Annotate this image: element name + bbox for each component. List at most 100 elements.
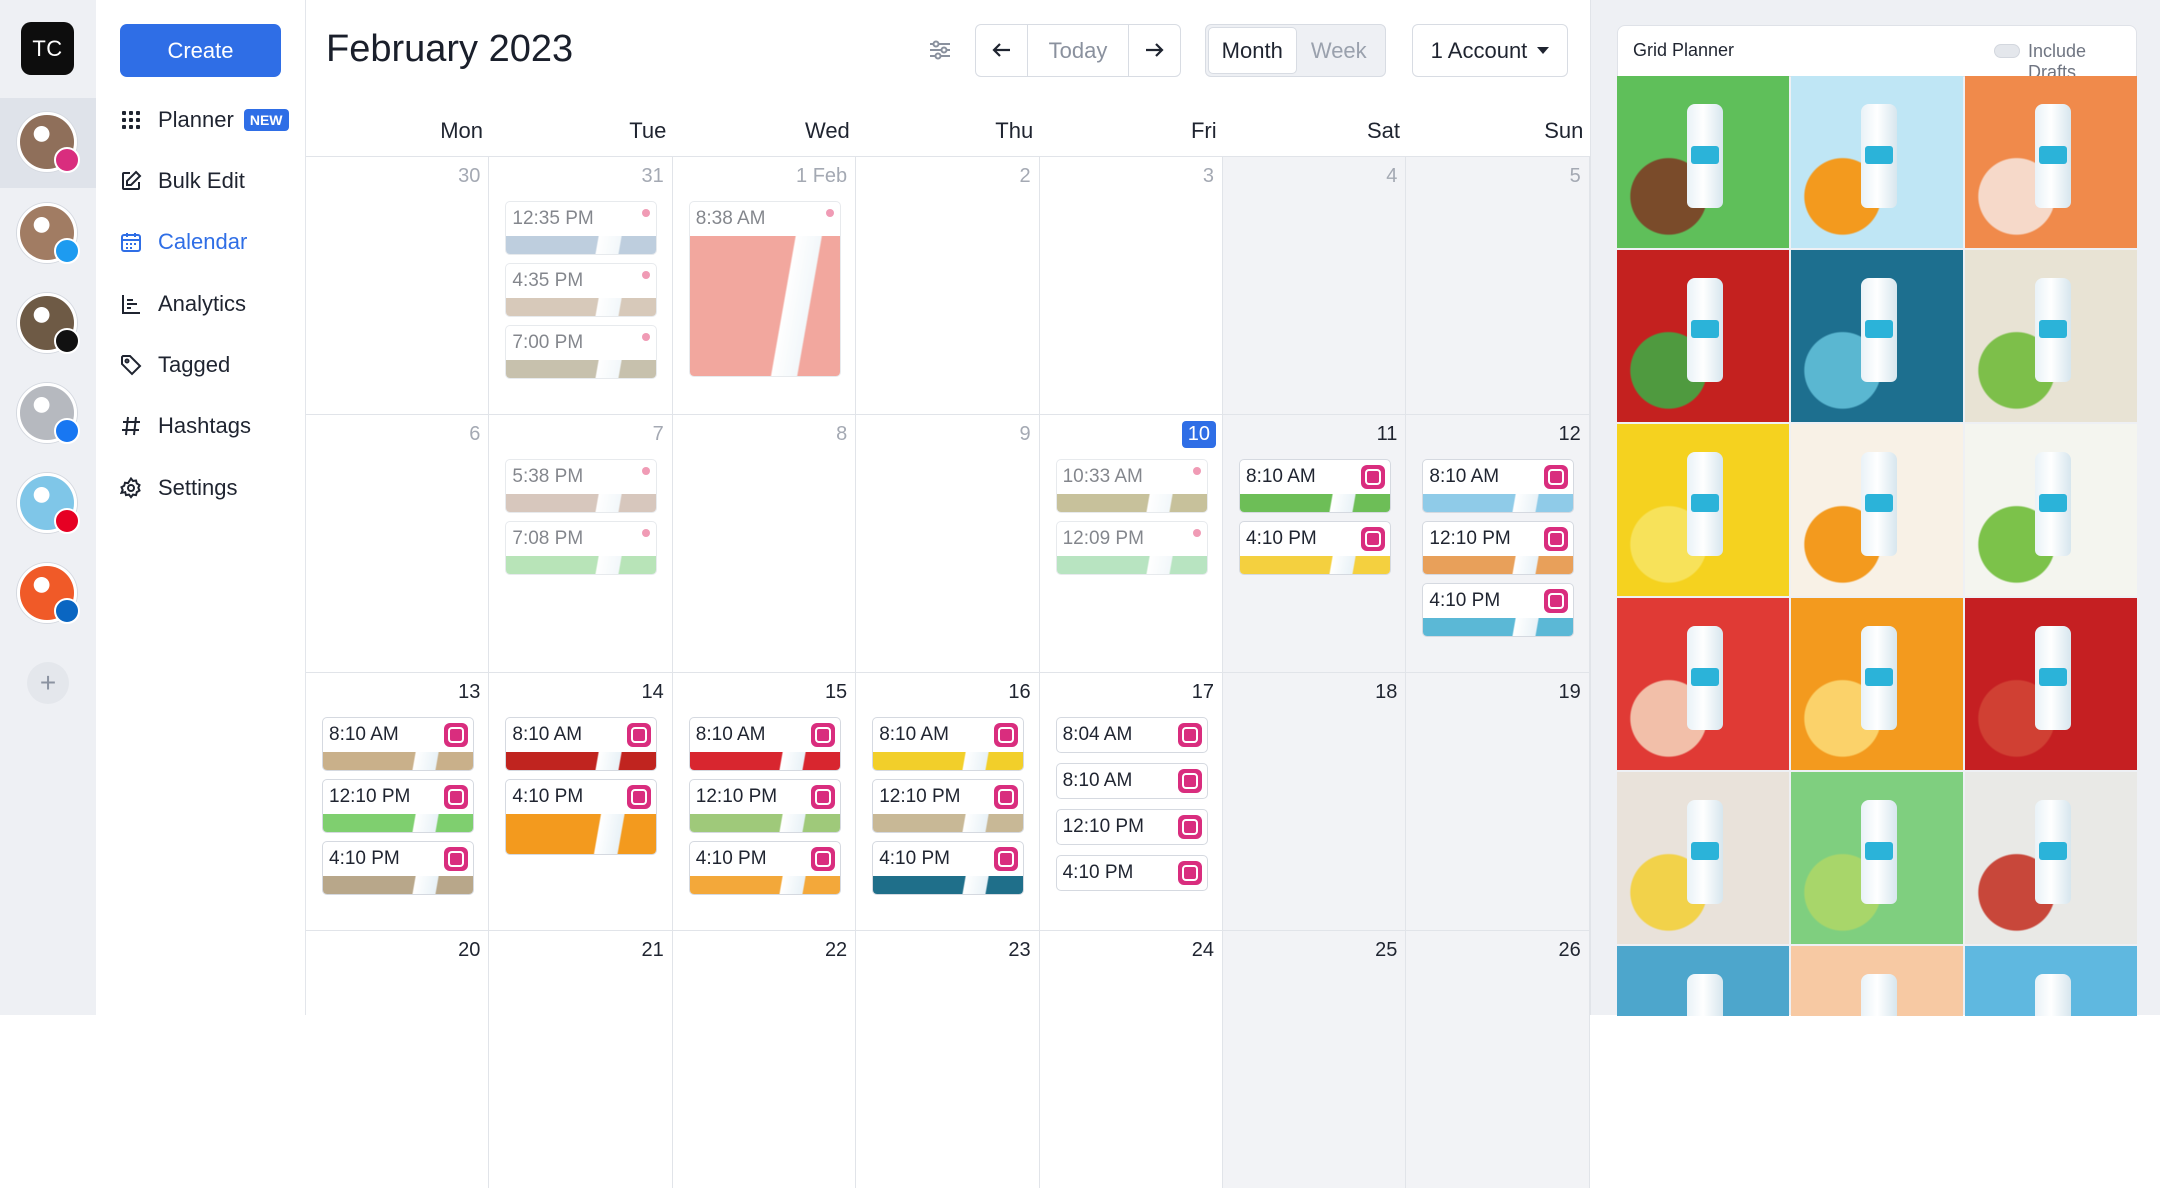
calendar-day-cell[interactable]: 22: [672, 930, 857, 1188]
calendar-day-cell[interactable]: 30: [306, 156, 490, 414]
draft-post-card[interactable]: 12:09 PM: [1055, 521, 1208, 575]
calendar-day-cell[interactable]: 19: [1406, 672, 1590, 930]
sidebar-item-analytics[interactable]: Analytics: [120, 282, 246, 326]
calendar-day-cell[interactable]: 2: [856, 156, 1040, 414]
calendar-day-cell[interactable]: 26: [1406, 930, 1590, 1188]
scheduled-post-card[interactable]: 4:10 PM: [688, 841, 841, 895]
calendar-day-cell[interactable]: 21: [489, 930, 673, 1188]
scheduled-post-card[interactable]: 8:04 AM: [1055, 717, 1208, 753]
scheduled-post-card[interactable]: 8:10 AM: [1055, 763, 1208, 799]
calendar-day-cell[interactable]: 5: [1406, 156, 1590, 414]
calendar-day-cell[interactable]: 14 8:10 AM 4:10 PM: [489, 672, 673, 930]
account-avatar-pinterest[interactable]: [17, 473, 80, 534]
calendar-day-cell[interactable]: 9: [856, 414, 1040, 672]
sidebar-item-bulk-edit[interactable]: Bulk Edit: [120, 159, 245, 203]
calendar-day-cell[interactable]: 24: [1039, 930, 1223, 1188]
week-view-button[interactable]: Week: [1296, 28, 1383, 73]
workspace-avatar[interactable]: TC: [21, 22, 74, 75]
scheduled-post-card[interactable]: 8:10 AM: [1422, 459, 1575, 513]
account-avatar-linkedin[interactable]: [17, 563, 80, 624]
draft-post-card[interactable]: 7:00 PM: [505, 325, 658, 379]
grid-planner-tile[interactable]: [1965, 598, 2137, 770]
scheduled-post-card[interactable]: 4:10 PM: [322, 841, 474, 895]
grid-planner-tile[interactable]: [1791, 424, 1963, 596]
instagram-icon: [810, 723, 835, 747]
next-month-button[interactable]: [1129, 25, 1180, 76]
calendar-day-cell[interactable]: 3: [1039, 156, 1223, 414]
account-avatar-tiktok[interactable]: [17, 293, 80, 354]
scheduled-post-card[interactable]: 8:10 AM: [322, 717, 474, 771]
draft-post-card[interactable]: 7:08 PM: [505, 521, 658, 575]
scheduled-post-card[interactable]: 4:10 PM: [505, 779, 658, 855]
scheduled-post-card[interactable]: 12:10 PM: [872, 779, 1025, 833]
scheduled-post-card[interactable]: 8:10 AM: [872, 717, 1025, 771]
grid-planner-tile[interactable]: [1617, 946, 1789, 1016]
scheduled-post-card[interactable]: 12:10 PM: [1055, 809, 1208, 845]
month-view-button[interactable]: Month: [1209, 28, 1296, 73]
scheduled-post-card[interactable]: 12:10 PM: [688, 779, 841, 833]
grid-planner-tile[interactable]: [1965, 772, 2137, 944]
calendar-day-cell[interactable]: 31 12:35 PM 4:35 PM 7:00 PM: [489, 156, 673, 414]
grid-planner-tile[interactable]: [1791, 598, 1963, 770]
grid-planner-tile[interactable]: [1965, 946, 2137, 1016]
draft-post-card[interactable]: 10:33 AM: [1055, 459, 1208, 513]
calendar-day-cell[interactable]: 8: [672, 414, 857, 672]
instagram-icon: [444, 785, 468, 809]
sidebar-item-hashtags[interactable]: Hashtags: [120, 404, 251, 448]
filter-icon[interactable]: [926, 36, 954, 64]
calendar-day-cell[interactable]: 1 Feb 8:38 AM: [672, 156, 857, 414]
account-avatar-twitter[interactable]: [17, 203, 80, 264]
scheduled-post-card[interactable]: 8:10 AM: [505, 717, 658, 771]
calendar-day-cell[interactable]: 15 8:10 AM 12:10 PM 4:10 PM: [672, 672, 857, 930]
scheduled-post-card[interactable]: 8:10 AM: [688, 717, 841, 771]
calendar-day-cell[interactable]: 6: [306, 414, 490, 672]
calendar-day-cell[interactable]: 18: [1223, 672, 1407, 930]
grid-planner-tile[interactable]: [1965, 76, 2137, 248]
scheduled-post-card[interactable]: 4:10 PM: [1055, 855, 1208, 891]
grid-planner-tile[interactable]: [1791, 946, 1963, 1016]
sidebar-item-planner[interactable]: Planner NEW: [120, 98, 289, 142]
calendar-day-cell[interactable]: 7 5:38 PM 7:08 PM: [489, 414, 673, 672]
scheduled-post-card[interactable]: 12:10 PM: [1422, 521, 1575, 575]
grid-planner-tile[interactable]: [1617, 598, 1789, 770]
grid-planner-tile[interactable]: [1617, 424, 1789, 596]
account-avatar-facebook[interactable]: [17, 383, 80, 444]
grid-planner-tile[interactable]: [1791, 250, 1963, 422]
calendar-day-cell[interactable]: 17 8:04 AM 8:10 AM 12:10 PM 4:10 PM: [1039, 672, 1223, 930]
include-drafts-toggle[interactable]: [1994, 44, 2020, 58]
sidebar-item-tagged[interactable]: Tagged: [120, 343, 230, 387]
draft-post-card[interactable]: 5:38 PM: [505, 459, 658, 513]
calendar-day-cell[interactable]: 4: [1223, 156, 1407, 414]
account-avatar-instagram[interactable]: [17, 112, 80, 173]
draft-post-card[interactable]: 12:35 PM: [505, 201, 658, 255]
grid-planner-tile[interactable]: [1791, 76, 1963, 248]
grid-planner-tile[interactable]: [1965, 250, 2137, 422]
draft-post-card[interactable]: 4:35 PM: [505, 263, 658, 317]
calendar-day-cell[interactable]: 13 8:10 AM 12:10 PM 4:10 PM: [306, 672, 490, 930]
calendar-day-cell[interactable]: 20: [306, 930, 490, 1188]
scheduled-post-card[interactable]: 4:10 PM: [1239, 521, 1391, 575]
calendar-day-cell[interactable]: 11 8:10 AM 4:10 PM: [1223, 414, 1407, 672]
draft-post-card[interactable]: 8:38 AM: [688, 201, 841, 377]
calendar-day-cell[interactable]: 23: [856, 930, 1040, 1188]
grid-planner-tile[interactable]: [1617, 76, 1789, 248]
today-button[interactable]: Today: [1027, 25, 1129, 76]
scheduled-post-card[interactable]: 4:10 PM: [872, 841, 1025, 895]
scheduled-post-card[interactable]: 4:10 PM: [1422, 583, 1575, 637]
scheduled-post-card[interactable]: 12:10 PM: [322, 779, 474, 833]
sidebar-item-calendar[interactable]: Calendar: [120, 220, 247, 264]
grid-planner-tile[interactable]: [1965, 424, 2137, 596]
grid-planner-tile[interactable]: [1617, 772, 1789, 944]
create-button[interactable]: Create: [120, 24, 281, 77]
add-account-button[interactable]: +: [27, 662, 69, 704]
calendar-day-cell[interactable]: 16 8:10 AM 12:10 PM 4:10 PM: [856, 672, 1040, 930]
account-dropdown[interactable]: 1 Account: [1412, 24, 1568, 77]
previous-month-button[interactable]: [976, 25, 1027, 76]
grid-planner-tile[interactable]: [1617, 250, 1789, 422]
calendar-day-cell[interactable]: 10 10:33 AM 12:09 PM: [1039, 414, 1223, 672]
scheduled-post-card[interactable]: 8:10 AM: [1239, 459, 1391, 513]
calendar-day-cell[interactable]: 12 8:10 AM 12:10 PM 4:10 PM: [1406, 414, 1590, 672]
calendar-day-cell[interactable]: 25: [1223, 930, 1407, 1188]
grid-planner-tile[interactable]: [1791, 772, 1963, 944]
sidebar-item-settings[interactable]: Settings: [120, 466, 238, 510]
